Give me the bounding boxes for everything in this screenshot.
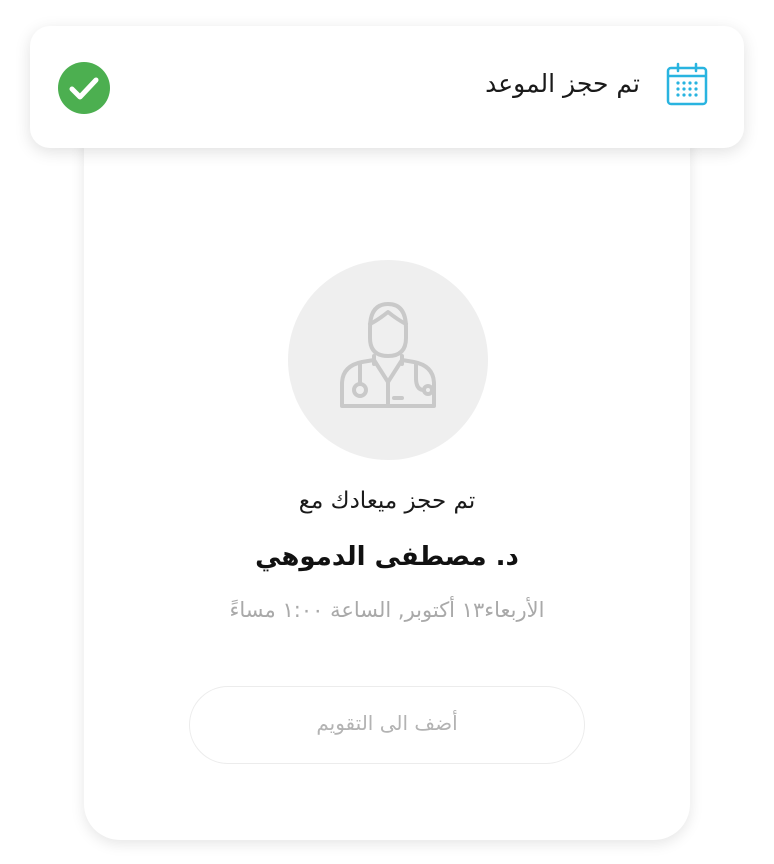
add-to-calendar-button[interactable]: أضف الى التقويم <box>189 686 585 764</box>
doctor-icon <box>340 302 436 408</box>
doctor-avatar <box>288 260 488 460</box>
booking-confirmation-screen: تم حجز ميعادك مع د. مصطفى الدموهي الأربع… <box>0 0 774 864</box>
booking-success-toast: تم حجز الموعد <box>30 26 744 148</box>
appointment-datetime: الأربعاء١٣ أكتوبر, الساعة ١:٠٠ مساءً <box>229 598 545 622</box>
doctor-name: د. مصطفى الدموهي <box>255 542 519 572</box>
toast-title: تم حجز الموعد <box>485 69 640 98</box>
booked-with-text: تم حجز ميعادك مع <box>298 488 476 514</box>
calendar-icon <box>666 62 708 106</box>
check-circle-icon <box>58 62 110 114</box>
